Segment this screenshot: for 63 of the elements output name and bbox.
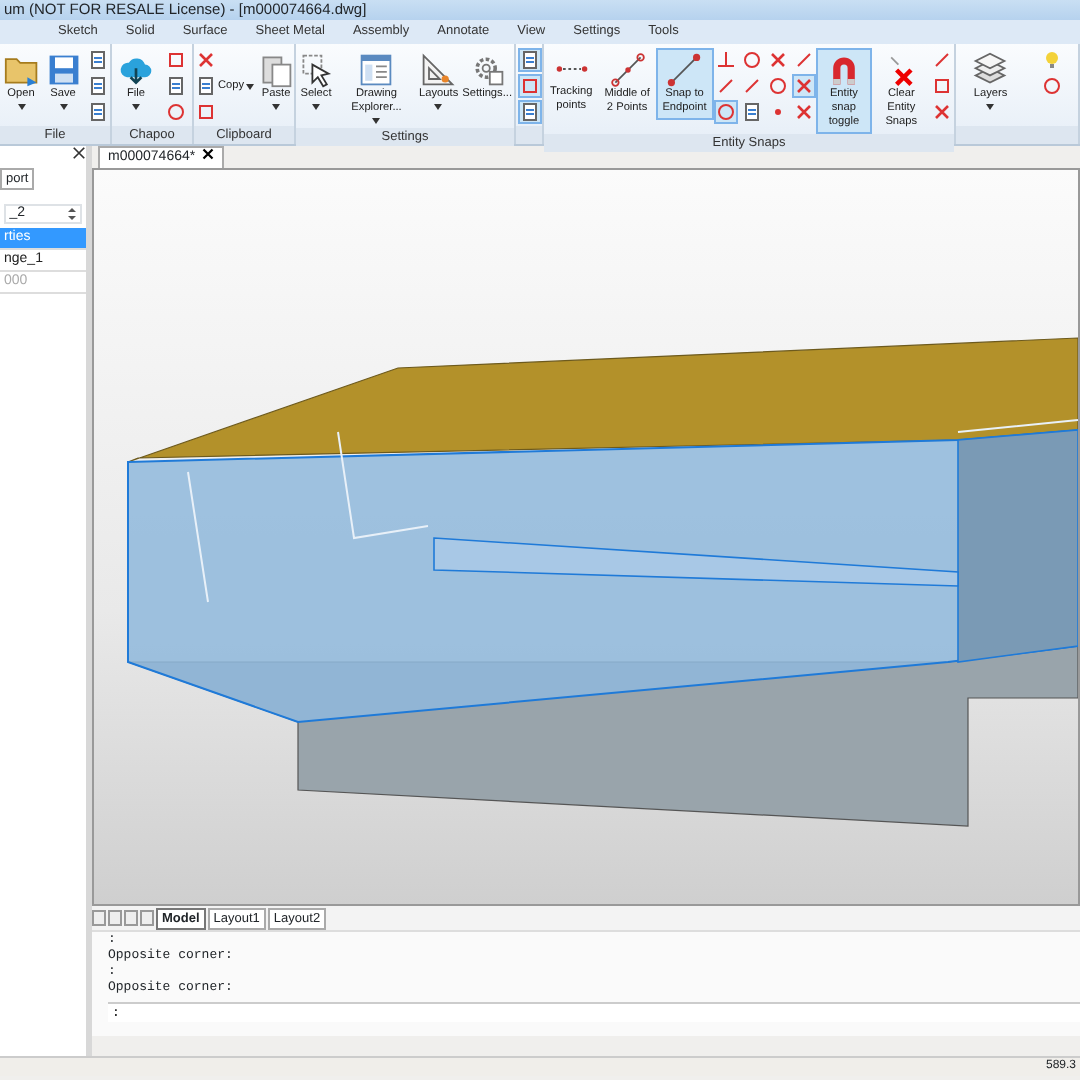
document-icon [196,76,216,96]
tool-button[interactable] [517,74,541,98]
tool-button[interactable] [517,100,541,124]
tool-button[interactable] [85,48,109,72]
tool-button[interactable] [791,100,816,124]
tool-button[interactable] [164,100,188,124]
cross-icon [196,50,216,70]
layers-icon [972,52,1009,88]
document-icon [519,50,539,70]
ribbon-group-footer [956,126,1078,144]
perpendicular-icon [715,50,736,70]
slash-icon [932,50,952,70]
spinner-icon [68,206,77,222]
cross-icon [767,50,788,70]
tool-button[interactable] [164,74,188,98]
tool-button[interactable] [739,100,764,124]
ribbon-group-footer [516,126,542,144]
slash-icon [793,50,814,70]
tool-button[interactable] [1039,74,1064,98]
dotted-line-icon [553,64,590,74]
document-icon [87,102,107,122]
tool-button[interactable] [739,48,764,72]
document-icon [741,102,762,122]
cloud-icon [118,52,154,88]
document-icon [166,76,186,96]
tool-button[interactable] [713,48,738,72]
square-icon [166,50,186,70]
document-icon [519,102,539,122]
window-icon [358,52,395,88]
line-icon [609,52,646,88]
tool-button[interactable] [930,74,954,98]
tool-button[interactable] [765,74,790,98]
cursor-icon [298,52,334,88]
tool-button[interactable] [85,100,109,124]
document-icon [87,50,107,70]
square-icon [196,102,216,122]
folder-icon [3,52,39,88]
square-icon [932,76,952,96]
triangle-ruler-icon [420,52,457,88]
tool-button[interactable] [713,100,738,124]
slash-icon [741,76,762,96]
slash-icon [715,76,736,96]
circle-icon [1041,76,1062,96]
bulb-icon [1041,50,1062,70]
close-icon[interactable] [202,148,215,160]
cross-icon [932,102,952,122]
tool-button[interactable] [930,48,954,72]
circle-icon [166,102,186,122]
tool-button[interactable] [85,74,109,98]
tool-button[interactable] [930,100,954,124]
square-icon [519,76,539,96]
circle-icon [741,50,762,70]
document-icon [87,76,107,96]
endpoint-line-icon [666,52,703,88]
cross-icon [793,76,814,96]
clipboard-icon [258,52,295,88]
cross-icon [793,102,814,122]
tool-button[interactable] [765,48,790,72]
circle-icon [767,76,788,96]
circle-icon [715,102,736,122]
tool-button[interactable] [517,48,541,72]
tool-button[interactable] [791,74,816,98]
tool-button[interactable] [164,48,188,72]
